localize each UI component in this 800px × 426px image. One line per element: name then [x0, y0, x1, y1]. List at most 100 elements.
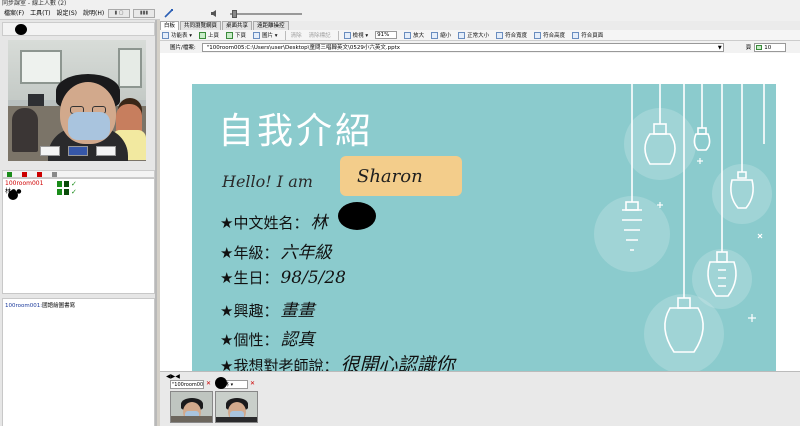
page-label: 頁	[745, 45, 752, 51]
page-number-dropdown[interactable]: 10	[754, 42, 787, 52]
fit-height-button[interactable]: 符合高度	[534, 31, 565, 39]
slide-field-message: ★我想對老師說： 很開心認識你	[220, 354, 455, 371]
page-icon	[756, 44, 763, 50]
roster-flag-icon[interactable]	[37, 171, 42, 177]
roster-mic-icon[interactable]	[22, 171, 27, 177]
file-label: 圖片/檔案:	[170, 45, 196, 51]
roster-header	[2, 170, 155, 178]
check-icon: ✓	[71, 188, 77, 196]
status-indicator	[57, 189, 62, 195]
video-face-mask	[68, 112, 110, 140]
pen-tool-icon[interactable]	[164, 9, 174, 18]
camera-button-2[interactable]	[68, 146, 88, 156]
fit-width-button[interactable]: 符合寬度	[496, 31, 527, 39]
close-icon[interactable]: ✕	[206, 380, 211, 388]
fit-page-icon	[572, 31, 580, 39]
presentation-slide: 自我介紹 Hello! I am Sharon ★中文姓名：林 ★年級： 六年級 …	[192, 84, 776, 371]
status-indicator	[57, 181, 62, 187]
camera-header	[2, 22, 155, 36]
slide-field-personality: ★個性： 認真	[220, 330, 315, 350]
chevron-down-icon[interactable]: ▼	[718, 44, 722, 52]
toolbar-separator	[284, 30, 286, 40]
video-background-person	[12, 108, 38, 152]
view-menu-button[interactable]: 檢視 ▾	[343, 31, 368, 39]
menu-tools[interactable]: 工具(T)	[30, 8, 50, 20]
file-bar: 圖片/檔案: "100room005:C:\Users\user\Desktop…	[160, 41, 800, 53]
zoom-in-icon	[404, 31, 412, 39]
file-path-dropdown[interactable]: "100room005:C:\Users\user\Desktop\童問三唱韓英…	[201, 42, 724, 52]
webcam-video	[8, 40, 146, 161]
video-window-left	[20, 50, 62, 84]
tab-desktop-share[interactable]: 桌面共享	[222, 21, 253, 30]
clear-button[interactable]: 清除	[291, 31, 302, 39]
speaker-icon[interactable]	[210, 9, 219, 18]
menu-icon	[162, 31, 169, 39]
control-button-2[interactable]: ▮▮▮	[133, 9, 155, 18]
left-panel: 100room001 ✓ 林●● ✓ 100room001:國語繪圖書寫	[0, 20, 157, 426]
mode-tabs: 白板 共同瀏覽網頁 桌面共享 遠距離操控	[160, 21, 800, 30]
function-menu-button[interactable]: 功能表 ▾	[162, 31, 192, 39]
fit-width-icon	[496, 31, 504, 39]
status-indicator	[64, 181, 69, 187]
clear-marks-button[interactable]: 清除標記	[309, 31, 331, 39]
chat-sender: 100room001:	[5, 303, 43, 309]
camera-button-1[interactable]	[40, 146, 60, 156]
tab-co-browse[interactable]: 共同瀏覽網頁	[180, 21, 222, 30]
strip-arrows[interactable]: ◀▶◀	[166, 373, 180, 380]
roster-name: 100room001	[5, 180, 44, 187]
menu-help[interactable]: 說明(H)	[83, 8, 104, 20]
roster-hand-icon[interactable]	[52, 171, 57, 177]
participant-roster: 100room001 ✓ 林●● ✓	[2, 178, 155, 294]
title-bar: 同步課室 - 線上人數 (2)	[0, 0, 800, 8]
redaction-blot	[338, 202, 376, 230]
thumbnail-select-1[interactable]: "100room00 ▾	[170, 380, 204, 396]
actual-size-button[interactable]: 正常大小	[458, 31, 489, 39]
close-icon[interactable]: ✕	[250, 380, 255, 388]
prev-page-button[interactable]: 上頁	[199, 31, 219, 39]
tab-remote-control[interactable]: 遠距離操控	[253, 21, 289, 30]
video-thumbnail-2[interactable]	[215, 391, 258, 423]
video-thumbnail-1[interactable]	[170, 391, 213, 423]
next-page-button[interactable]: 下頁	[226, 31, 246, 39]
zoom-level-field[interactable]: 91%	[375, 31, 398, 39]
slide-student-name: Sharon	[357, 166, 423, 187]
chat-text: 國語繪圖書寫	[42, 303, 76, 309]
lightbulb-decoration	[594, 84, 772, 371]
slide-field-grade: ★年級： 六年級	[220, 243, 332, 263]
whiteboard-toolbar: 功能表 ▾ 上頁 下頁 圖片 ▾ 清除 清除標記 檢視 ▾ 91% 放大 縮小 …	[160, 30, 800, 41]
volume-slider[interactable]	[230, 13, 302, 15]
tab-whiteboard[interactable]: 白板	[160, 21, 180, 30]
roster-row[interactable]: 100room001 ✓	[5, 180, 77, 188]
slide-title: 自我介紹	[218, 111, 375, 152]
camera-button-3[interactable]	[96, 146, 116, 156]
chat-panel[interactable]: 100room001:國語繪圖書寫	[2, 298, 155, 426]
volume-slider-knob[interactable]	[232, 10, 237, 18]
check-icon: ✓	[71, 180, 77, 188]
camera-buttons	[40, 146, 116, 156]
view-icon	[343, 31, 351, 39]
slide-greeting: Hello! I am	[222, 172, 313, 191]
menu-file[interactable]: 檔案(F)	[4, 8, 24, 20]
video-thumbnail-strip: ◀▶◀ "100room00 ▾ ✕ 林 ▾ ✕	[160, 371, 800, 426]
zoom-out-icon	[431, 31, 439, 39]
redaction-blot	[8, 190, 18, 200]
slide-field-birthday: ★生日： 98/5/28	[220, 268, 346, 288]
menu-settings[interactable]: 設定(S)	[57, 8, 78, 20]
roster-status-icon[interactable]	[7, 171, 12, 177]
fit-page-button[interactable]: 符合頁面	[572, 31, 603, 39]
arrow-right-icon	[226, 31, 234, 39]
slide-field-hobby: ★興趣： 畫畫	[220, 301, 315, 321]
redaction-blot	[15, 24, 27, 35]
zoom-out-button[interactable]: 縮小	[431, 31, 451, 39]
status-indicator	[64, 189, 69, 195]
video-window-right	[118, 48, 142, 88]
fit-height-icon	[534, 31, 542, 39]
video-monitor	[28, 94, 44, 106]
image-menu-button[interactable]: 圖片 ▾	[253, 31, 278, 39]
chat-message: 100room001:國語繪圖書寫	[5, 301, 75, 309]
slide-field-chinese-name: ★中文姓名：林	[220, 213, 328, 233]
image-icon	[253, 31, 261, 39]
control-button-1[interactable]: ▮ ▢	[108, 9, 130, 18]
zoom-in-button[interactable]: 放大	[404, 31, 424, 39]
actual-size-icon	[458, 31, 466, 39]
